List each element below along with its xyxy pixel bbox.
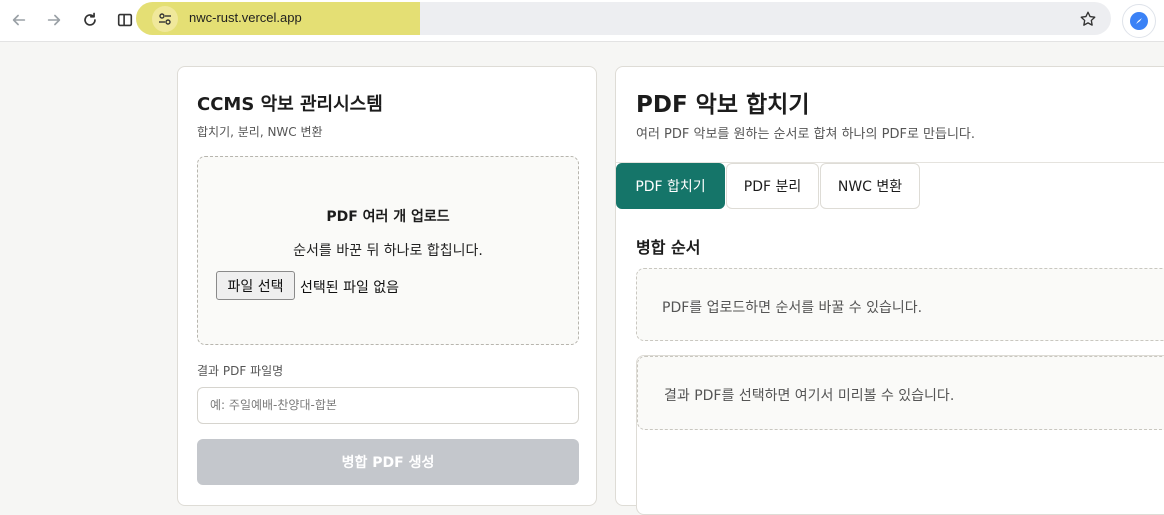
dropzone-description: 순서를 바꾼 뒤 하나로 합칩니다. — [293, 243, 483, 259]
result-filename-label: 결과 PDF 파일명 — [197, 364, 284, 378]
tool-panel: CCMS 악보 관리시스템 합치기, 분리, NWC 변환 PDF 여러 개 업… — [177, 66, 597, 506]
app-subtitle: 합치기, 분리, NWC 변환 — [197, 125, 323, 139]
merge-order-title: 병합 순서 — [636, 238, 701, 257]
page-title: PDF 악보 합치기 — [636, 92, 810, 118]
address-bar[interactable]: nwc-rust.vercel.app — [136, 2, 1111, 35]
merge-panel: PDF 악보 합치기 여러 PDF 악보를 원하는 순서로 합쳐 하나의 PDF… — [615, 66, 1164, 515]
merge-order-list: PDF를 업로드하면 순서를 바꿀 수 있습니다. — [636, 268, 1164, 341]
url-text[interactable]: nwc-rust.vercel.app — [189, 10, 302, 25]
star-icon — [1080, 11, 1096, 26]
result-filename-input[interactable]: 예: 주일예배-찬양대-합본 — [197, 387, 579, 424]
split-view-button[interactable] — [112, 7, 138, 33]
create-merged-pdf-button[interactable]: 병합 PDF 생성 — [197, 439, 579, 485]
tab-nwc-convert[interactable]: NWC 변환 — [820, 163, 920, 209]
dropzone-title: PDF 여러 개 업로드 — [326, 209, 450, 225]
arrow-left-icon — [12, 14, 26, 26]
split-view-icon — [117, 13, 133, 27]
reload-icon — [84, 12, 96, 26]
choose-file-button[interactable]: 파일 선택 — [216, 271, 295, 300]
site-info-button[interactable] — [152, 6, 178, 32]
tab-merge[interactable]: PDF 합치기 — [616, 163, 725, 209]
pdf-preview: 결과 PDF를 선택하면 여기서 미리볼 수 있습니다. — [636, 355, 1164, 515]
browser-toolbar: nwc-rust.vercel.app — [0, 0, 1164, 42]
arrow-right-icon — [47, 14, 61, 26]
upload-dropzone[interactable]: PDF 여러 개 업로드 순서를 바꾼 뒤 하나로 합칩니다. 파일 선택 선택… — [197, 156, 579, 345]
preview-placeholder: 결과 PDF를 선택하면 여기서 미리볼 수 있습니다. — [664, 388, 955, 404]
order-placeholder: PDF를 업로드하면 순서를 바꿀 수 있습니다. — [662, 300, 923, 316]
tab-split[interactable]: PDF 분리 — [726, 163, 819, 209]
back-button[interactable] — [6, 7, 32, 33]
file-status: 선택된 파일 없음 — [300, 280, 400, 296]
compass-icon — [1130, 12, 1148, 30]
tune-icon — [159, 13, 171, 25]
forward-button[interactable] — [41, 7, 67, 33]
preview-placeholder-box: 결과 PDF를 선택하면 여기서 미리볼 수 있습니다. — [637, 356, 1164, 430]
app-title: CCMS 악보 관리시스템 — [197, 94, 383, 115]
page-subtitle: 여러 PDF 악보를 원하는 순서로 합쳐 하나의 PDF로 만듭니다. — [636, 127, 976, 142]
bookmark-button[interactable] — [1077, 8, 1099, 30]
reload-button[interactable] — [77, 7, 103, 33]
extension-button[interactable] — [1122, 4, 1156, 38]
